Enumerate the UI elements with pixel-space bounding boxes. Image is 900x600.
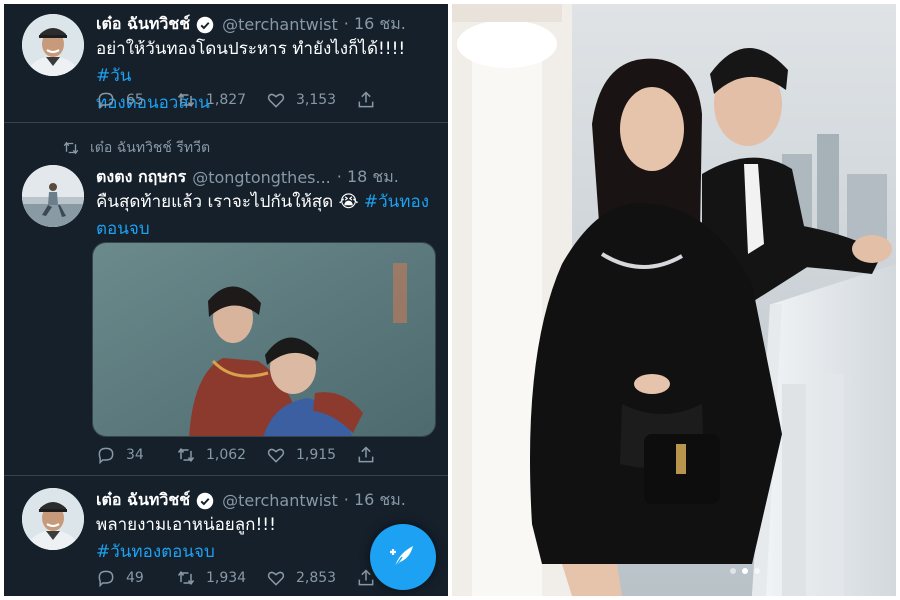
reply-button[interactable]: 65 (96, 90, 176, 110)
tweet-media-photo[interactable] (92, 242, 436, 437)
avatar[interactable] (22, 14, 84, 76)
couple-photo (452, 4, 896, 596)
verified-icon (196, 492, 214, 509)
hashtag-link[interactable]: #วันทองตอนจบ (96, 542, 215, 562)
like-icon (267, 448, 285, 463)
tweet-time[interactable]: · 16 ชม. (344, 488, 406, 513)
hashtag-link[interactable]: ตอนจบ (96, 219, 150, 239)
compose-icon (390, 546, 413, 568)
reply-icon (98, 570, 114, 588)
like-button[interactable]: 3,153 (266, 90, 356, 110)
author-name[interactable]: ตงตง กฤษกร (96, 165, 186, 190)
retweet-button[interactable]: 1,827 (176, 90, 266, 110)
like-icon (267, 93, 285, 108)
tweet-text: คืนสุดท้ายแล้ว เราจะไปกันให้สุด 😭 #วันทอ… (96, 189, 442, 243)
author-handle[interactable]: @tongtongthes... (192, 168, 331, 187)
reply-count: 34 (126, 447, 144, 463)
reply-button[interactable]: 34 (96, 445, 176, 465)
avatar[interactable] (22, 165, 84, 227)
like-button[interactable]: 1,915 (266, 445, 356, 465)
avatar[interactable] (22, 488, 84, 550)
carousel-indicator[interactable] (730, 568, 766, 574)
retweet-icon (177, 570, 195, 586)
author-name[interactable]: เต๋อ ฉันทวิชช์ (96, 12, 190, 37)
retweet-button[interactable]: 1,934 (176, 568, 266, 588)
share-icon (358, 446, 374, 463)
like-button[interactable]: 2,853 (266, 568, 356, 588)
author-handle[interactable]: @terchantwist (222, 491, 338, 510)
tweet-1[interactable]: เต๋อ ฉันทวิชช์ @terchantwist · 16 ชม. อย… (4, 4, 448, 122)
reply-count: 49 (126, 570, 144, 586)
tweet-time[interactable]: · 16 ชม. (344, 12, 406, 37)
author-name[interactable]: เต๋อ ฉันทวิชช์ (96, 488, 190, 513)
retweet-button[interactable]: 1,062 (176, 445, 266, 465)
retweet-label: เต๋อ ฉันทวิชช์ รีทวีต (62, 137, 210, 159)
like-count: 3,153 (296, 92, 337, 108)
share-button[interactable] (356, 445, 386, 465)
share-button[interactable] (356, 90, 386, 110)
twitter-timeline: เต๋อ ฉันทวิชช์ @terchantwist · 16 ชม. อย… (4, 4, 448, 596)
retweet-icon (177, 447, 195, 463)
carousel-dot[interactable] (754, 568, 760, 574)
carousel-dot[interactable] (730, 568, 736, 574)
like-icon (267, 571, 285, 586)
retweet-icon (63, 141, 79, 155)
share-icon (358, 91, 374, 108)
reply-icon (98, 92, 114, 110)
like-count: 1,915 (296, 447, 337, 463)
tweet-time[interactable]: · 18 ชม. (337, 165, 399, 190)
author-handle[interactable]: @terchantwist (222, 15, 338, 34)
tweet-body: คืนสุดท้ายแล้ว เราจะไปกันให้สุด 😭 (96, 192, 359, 212)
reply-count: 65 (126, 92, 144, 108)
like-count: 2,853 (296, 570, 337, 586)
reply-button[interactable]: 49 (96, 568, 176, 588)
verified-icon (196, 16, 214, 33)
hashtag-link[interactable]: #วันทอง (364, 192, 429, 212)
reply-icon (98, 447, 114, 465)
retweet-count: 1,062 (206, 447, 247, 463)
retweet-count: 1,827 (206, 92, 247, 108)
compose-tweet-button[interactable] (370, 524, 436, 590)
retweet-icon (177, 92, 195, 108)
carousel-dot[interactable] (742, 568, 748, 574)
tweet-body: พลายงามเอาหน่อยลูก!!! (96, 515, 276, 535)
hashtag-link[interactable]: #วัน (96, 66, 131, 86)
tweet-body: อย่าให้วันทองโดนประหาร ทำยังไงก็ได้!!!! (96, 39, 406, 59)
retweeted-by[interactable]: เต๋อ ฉันทวิชช์ รีทวีต (90, 137, 210, 159)
retweet-count: 1,934 (206, 570, 247, 586)
